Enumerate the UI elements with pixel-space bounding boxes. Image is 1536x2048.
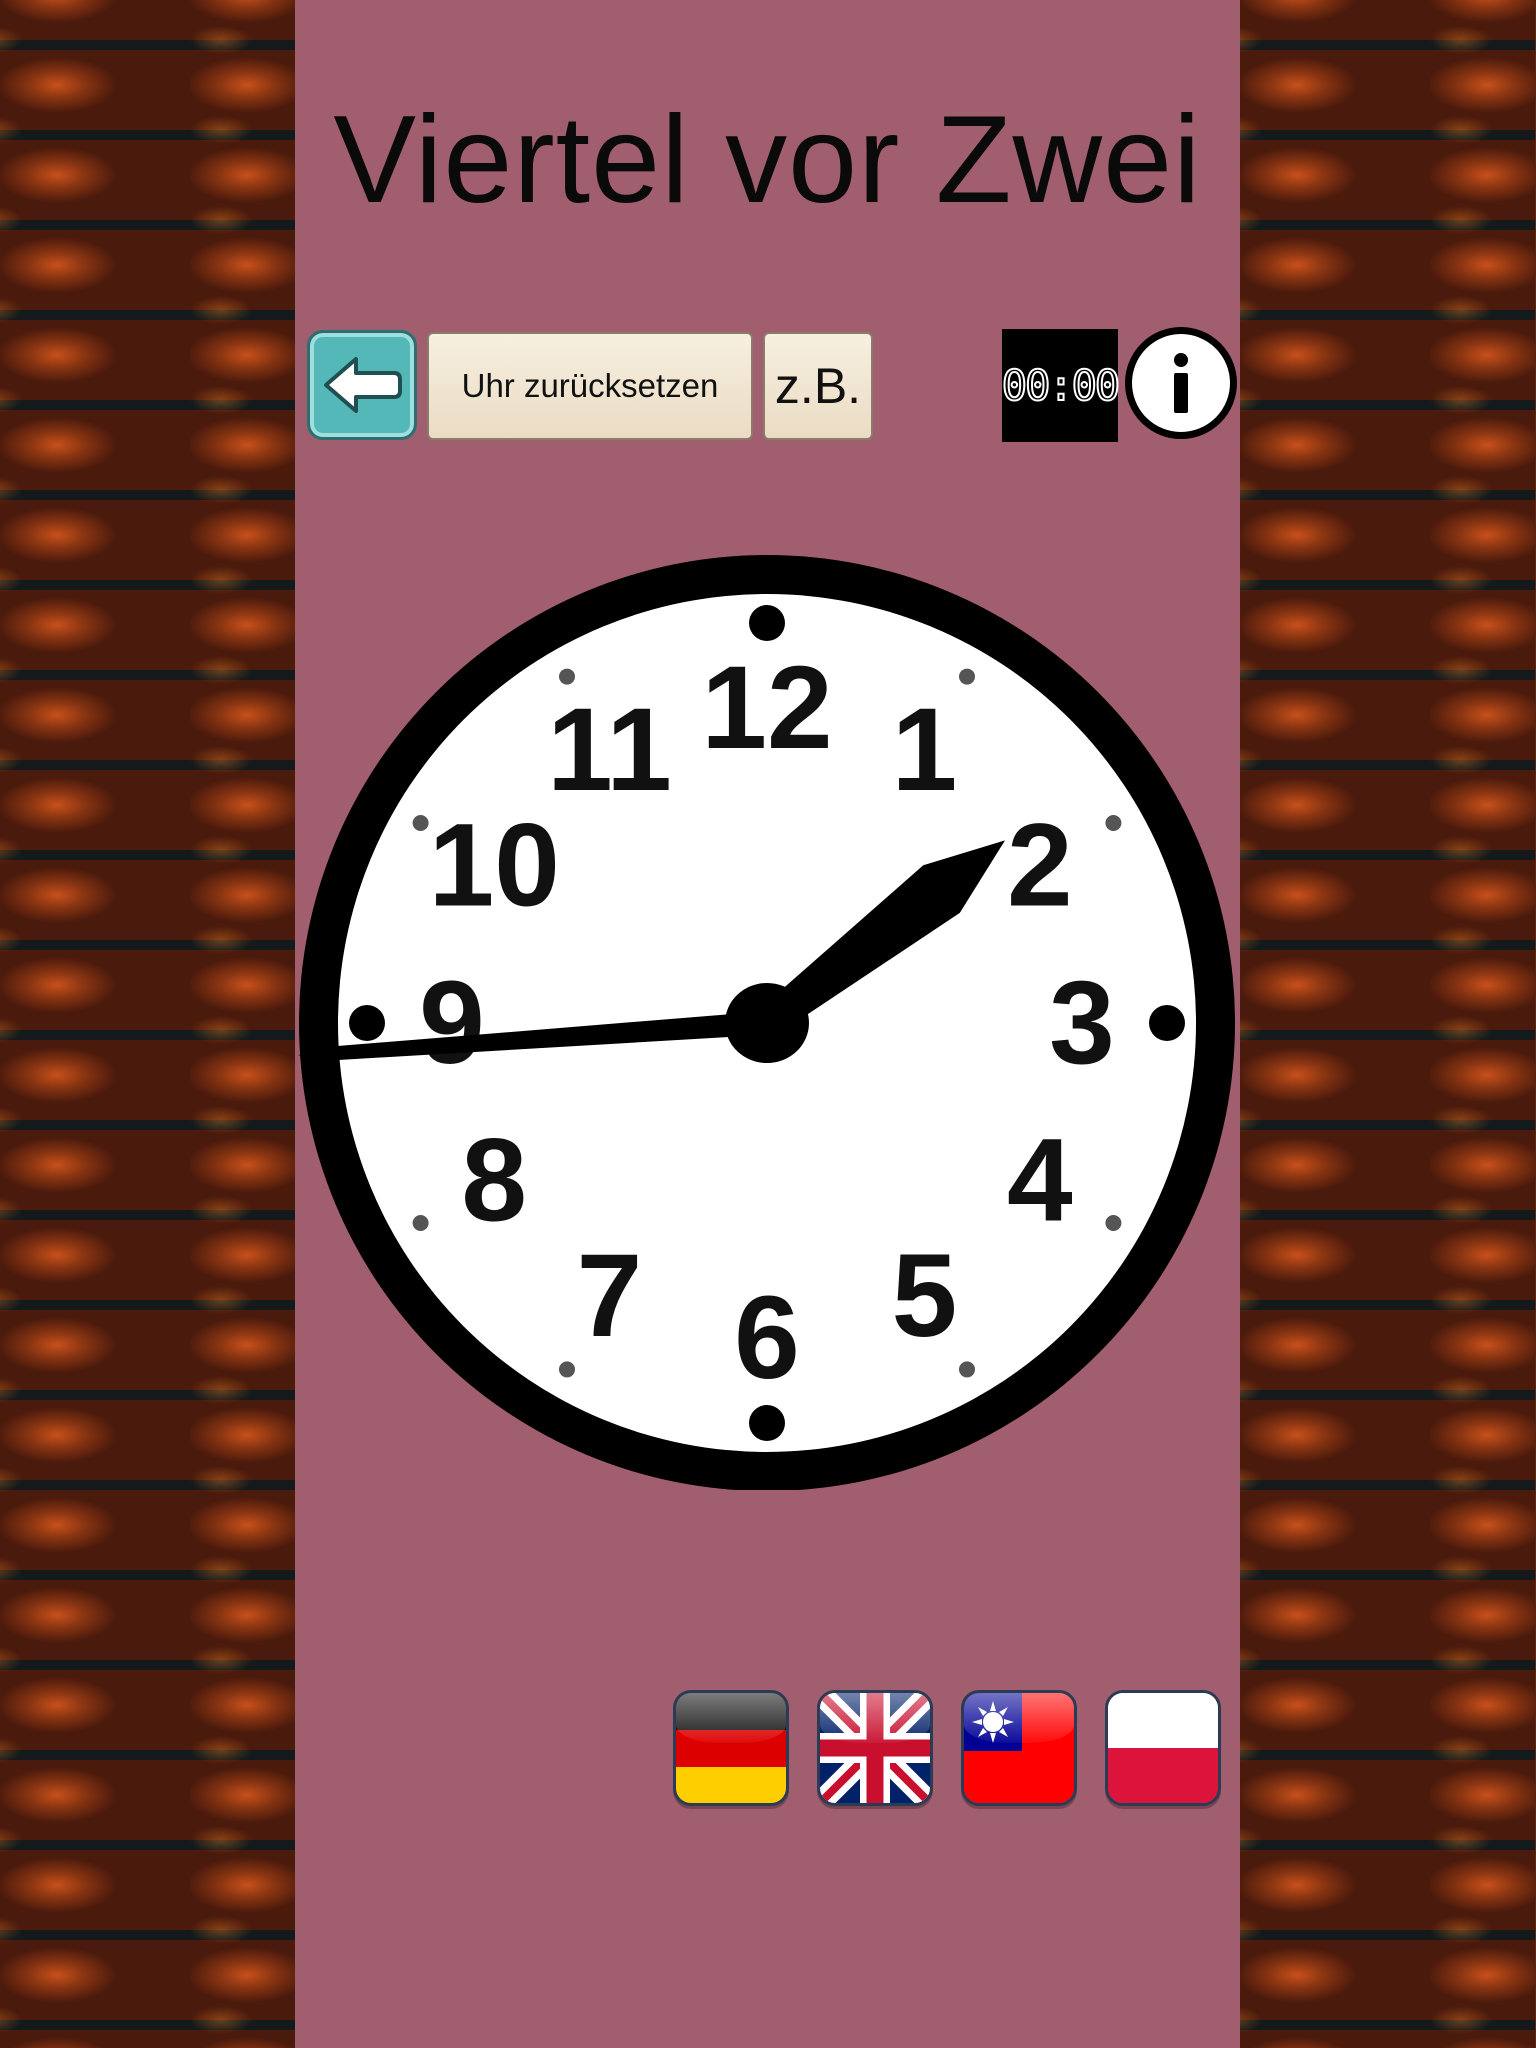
clock-tick-dot (959, 1361, 975, 1378)
digital-time-text: 00:00 (1001, 360, 1121, 411)
time-phrase-title: Viertel vor Zwei (333, 91, 1202, 229)
clock-numeral: 9 (419, 957, 485, 1089)
example-button[interactable]: z.B. (763, 332, 873, 440)
clock-numeral: 2 (1007, 800, 1073, 932)
clock-tick-dot (1105, 1215, 1122, 1231)
digital-time-display: 00:00 (1001, 329, 1121, 442)
flag-germany-button[interactable] (673, 1690, 789, 1806)
clock-tick-dot (559, 668, 575, 685)
flag-uk-button[interactable] (817, 1690, 933, 1806)
clock-center-cap (725, 983, 809, 1063)
flag-uk-icon (820, 1693, 930, 1803)
clock-tick-dot (1105, 815, 1122, 831)
clock-numeral: 5 (892, 1230, 958, 1362)
clock-tick-dot (412, 815, 429, 831)
reset-clock-button[interactable]: Uhr zurücksetzen (427, 332, 753, 440)
info-icon (1174, 353, 1188, 413)
flag-poland-button[interactable] (1105, 1690, 1221, 1806)
flag-poland-icon (1108, 1693, 1218, 1803)
arrow-left-icon (324, 357, 402, 413)
clock-tick-dot (749, 1405, 785, 1441)
clock-numeral: 3 (1049, 957, 1115, 1089)
clock-tick-dot (559, 1361, 575, 1378)
wood-background-right (1240, 0, 1535, 2048)
clock-tick-dot (1149, 1005, 1185, 1041)
clock-tick-dot (412, 1215, 429, 1231)
clock-tick-dot (959, 668, 975, 685)
flag-taiwan-button[interactable] (961, 1690, 1077, 1806)
clock-numeral: 10 (429, 800, 560, 932)
clock-tick-dot (749, 605, 785, 641)
main-panel: Viertel vor Zwei Uhr zurücksetzen z.B. 0… (295, 0, 1240, 2048)
flag-taiwan-icon (964, 1693, 1074, 1803)
clock-numeral: 12 (701, 642, 832, 774)
flag-germany-icon (676, 1693, 786, 1803)
clock-numeral: 4 (1007, 1115, 1073, 1247)
clock-numeral: 7 (577, 1230, 643, 1362)
back-button[interactable] (307, 330, 417, 440)
clock-numeral: 6 (734, 1272, 800, 1404)
clock-numeral: 1 (892, 684, 958, 816)
wood-background-left (0, 0, 295, 2048)
clock-numeral: 11 (547, 684, 672, 816)
clock-tick-dot (349, 1005, 385, 1041)
clock-numeral: 8 (461, 1115, 527, 1247)
info-button[interactable] (1125, 327, 1237, 439)
analog-clock[interactable]: 12 12 3 45678 9 1011 (295, 550, 1240, 1490)
